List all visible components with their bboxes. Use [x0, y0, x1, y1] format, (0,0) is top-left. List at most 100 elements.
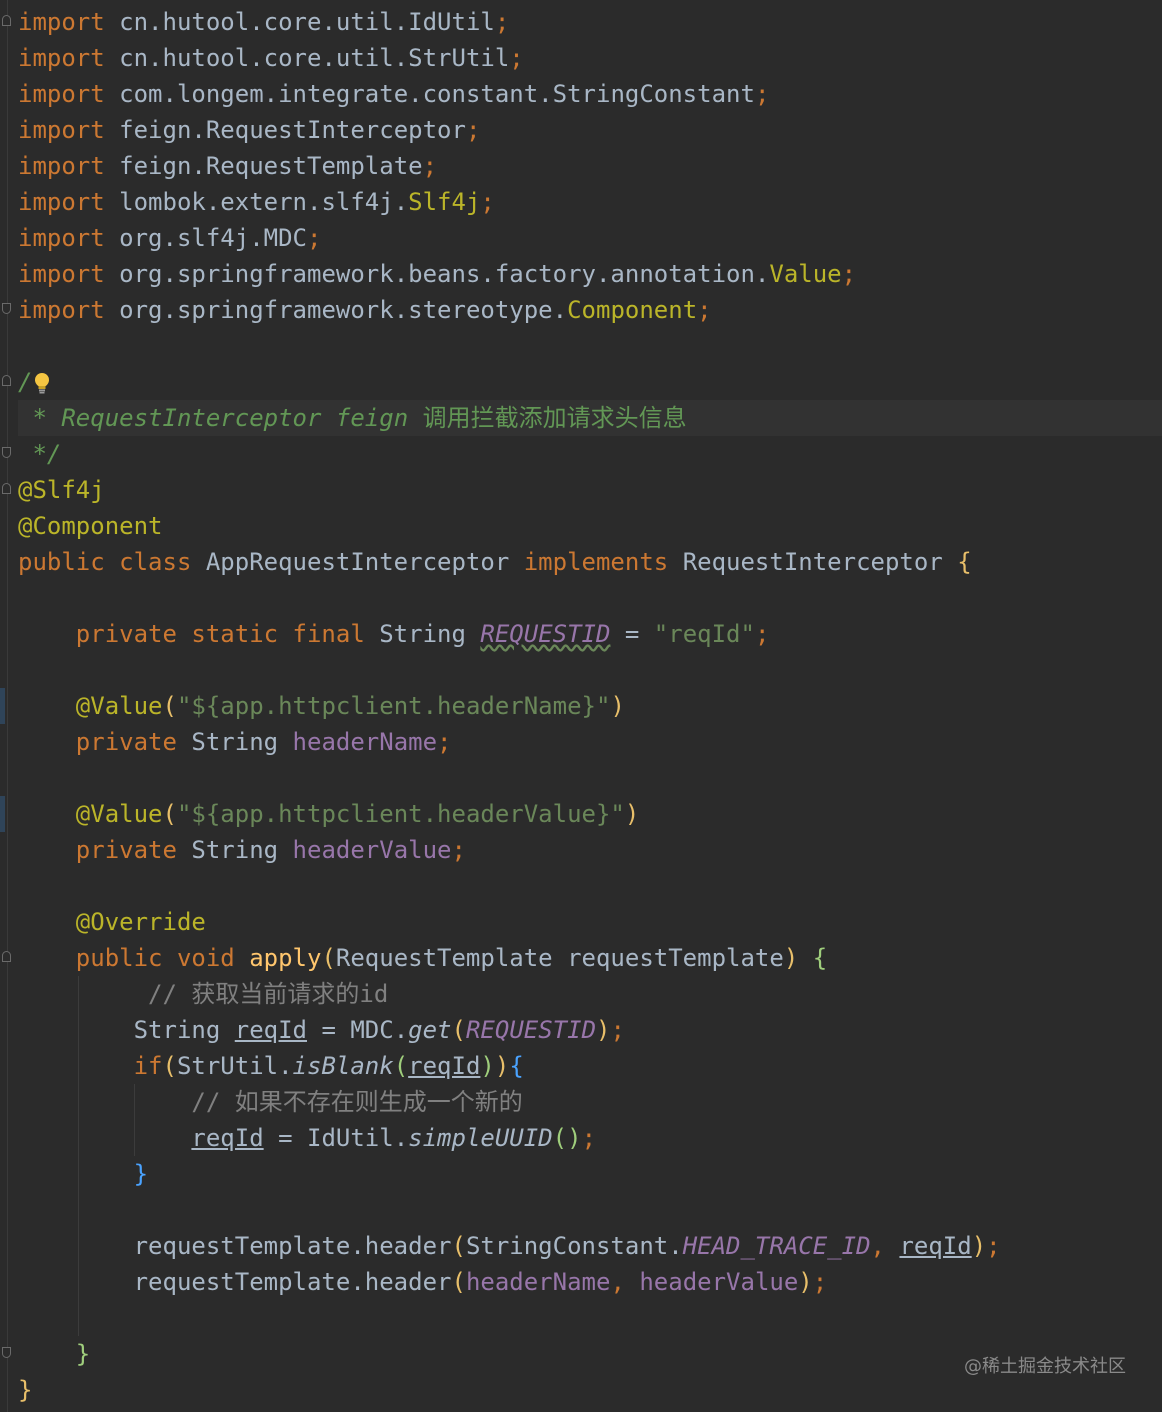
- keyword: if: [133, 1052, 163, 1080]
- fold-toggle-icon[interactable]: [2, 375, 11, 386]
- constant-ref: HEAD_TRACE_ID: [682, 1232, 871, 1260]
- watermark: @稀土掘金技术社区: [964, 1356, 1126, 1377]
- variable: reqId: [899, 1232, 972, 1260]
- annotation: @Slf4j: [18, 476, 105, 504]
- semicolon: ;: [480, 188, 495, 216]
- package-name: org.springframework.beans.factory.annota…: [119, 260, 770, 288]
- string-literal: "${app.httpclient.headerValue}": [176, 800, 625, 828]
- field-ref: headerName: [465, 1268, 611, 1296]
- class-name: StrUtil: [408, 44, 510, 72]
- keyword: import: [18, 224, 105, 252]
- code-line-statement: reqId = IdUtil.simpleUUID();: [191, 1124, 597, 1152]
- keyword: import: [18, 44, 105, 72]
- variable: reqId: [234, 1016, 307, 1044]
- package-name: com.longem.integrate.constant.: [119, 80, 553, 108]
- code-line-import: import cn.hutool.core.util.StrUtil;: [18, 40, 1162, 76]
- string-literal: "${app.httpclient.headerName}": [176, 692, 611, 720]
- class-name: MDC: [263, 224, 308, 252]
- code-line-annotation: @Value("${app.httpclient.headerName}"): [75, 692, 625, 720]
- semicolon: ;: [451, 836, 466, 864]
- code-line-comment: // 获取当前请求的id: [18, 976, 1162, 1012]
- code-line-doc-close: */: [18, 436, 1162, 472]
- package-name: cn.hutool.core.util.: [119, 44, 409, 72]
- class-ref: MDC.: [350, 1016, 409, 1044]
- fold-toggle-icon[interactable]: [2, 951, 11, 962]
- code-line-import: import org.slf4j.MDC;: [18, 220, 1162, 256]
- code-line-annotation: @Override: [18, 904, 1162, 940]
- doc-comment-text: RequestInterceptor feign: [61, 404, 423, 432]
- semicolon: ;: [422, 152, 438, 180]
- class-name: StringConstant: [552, 80, 755, 108]
- keyword: import: [18, 8, 105, 36]
- variable: reqId: [408, 1052, 481, 1080]
- code-line-import: import feign.RequestTemplate;: [18, 148, 1162, 184]
- code-editor[interactable]: import cn.hutool.core.util.IdUtil; impor…: [0, 0, 1162, 1412]
- lightbulb-icon[interactable]: [32, 369, 52, 394]
- fold-toggle-icon[interactable]: [2, 303, 11, 314]
- field-name: headerName: [292, 728, 438, 756]
- gutter-divider: [7, 0, 8, 1412]
- code-line-annotation: @Slf4j: [18, 472, 1162, 508]
- doc-comment-close: */: [18, 440, 62, 468]
- code-line-field: private String headerValue;: [18, 832, 1162, 868]
- method-name: apply: [249, 944, 322, 972]
- semicolon: ;: [697, 296, 712, 324]
- line-comment: // 如果不存在则生成一个新的: [191, 1088, 523, 1116]
- keyword: import: [18, 152, 105, 180]
- change-marker: [0, 688, 5, 724]
- code-line-statement: requestTemplate.header(headerName, heade…: [133, 1268, 828, 1296]
- comma: ,: [610, 1268, 640, 1296]
- semicolon: ;: [465, 116, 481, 144]
- operator: =: [263, 1124, 307, 1152]
- class-ref: StrUtil.: [176, 1052, 293, 1080]
- interface-name: RequestInterceptor: [682, 548, 958, 576]
- keyword: import: [18, 260, 105, 288]
- fold-toggle-icon[interactable]: [2, 447, 11, 458]
- package-name: lombok.extern.slf4j.: [119, 188, 409, 216]
- comma: ,: [870, 1232, 900, 1260]
- code-line-class-decl: public class AppRequestInterceptor imple…: [18, 544, 1162, 580]
- semicolon: ;: [581, 1124, 597, 1152]
- fold-toggle-icon[interactable]: [2, 1347, 11, 1358]
- doc-comment-star: *: [18, 404, 62, 432]
- brace: }: [75, 1340, 91, 1368]
- doc-comment-text-zh: 调用拦截添加请求头信息: [422, 404, 687, 432]
- class-ref: IdUtil.: [307, 1124, 409, 1152]
- editor-gutter: [0, 0, 16, 1412]
- package-name: cn.hutool.core.util.: [119, 8, 409, 36]
- code-line-method-decl: public void apply(RequestTemplate reques…: [75, 944, 828, 972]
- semicolon: ;: [754, 620, 770, 648]
- code-area[interactable]: import cn.hutool.core.util.IdUtil; impor…: [18, 4, 1162, 1408]
- semicolon: ;: [986, 1232, 1001, 1260]
- package-name: feign.: [119, 116, 206, 144]
- code-line-if: if(StrUtil.isBlank(reqId)){: [133, 1052, 524, 1080]
- doc-comment: /: [18, 368, 33, 396]
- fold-toggle-icon[interactable]: [2, 15, 11, 26]
- package-name: org.springframework.stereotype.: [119, 296, 568, 324]
- class-name: RequestInterceptor: [205, 116, 466, 144]
- keyword: import: [18, 80, 105, 108]
- code-line-annotation: @Value("${app.httpclient.headerValue}"): [75, 800, 640, 828]
- class-name: RequestTemplate: [205, 152, 423, 180]
- annotation: @Value: [75, 800, 163, 828]
- code-line-import: import feign.RequestInterceptor;: [18, 112, 1162, 148]
- class-name: Slf4j: [408, 188, 481, 216]
- keyword: public void: [75, 944, 250, 972]
- semicolon: ;: [754, 80, 770, 108]
- fold-toggle-icon[interactable]: [2, 483, 11, 494]
- code-line-import: import com.longem.integrate.constant.Str…: [18, 76, 1162, 112]
- field-ref: headerValue: [639, 1268, 799, 1296]
- type-name: String: [133, 1016, 235, 1044]
- keyword: implements: [523, 548, 683, 576]
- code-line-field: private String headerName;: [18, 724, 1162, 760]
- method-call: isBlank: [292, 1052, 394, 1080]
- class-name: Component: [567, 296, 698, 324]
- operator: =: [610, 620, 654, 648]
- constant-ref: REQUESTID: [465, 1016, 597, 1044]
- parameter: RequestTemplate requestTemplate: [335, 944, 784, 972]
